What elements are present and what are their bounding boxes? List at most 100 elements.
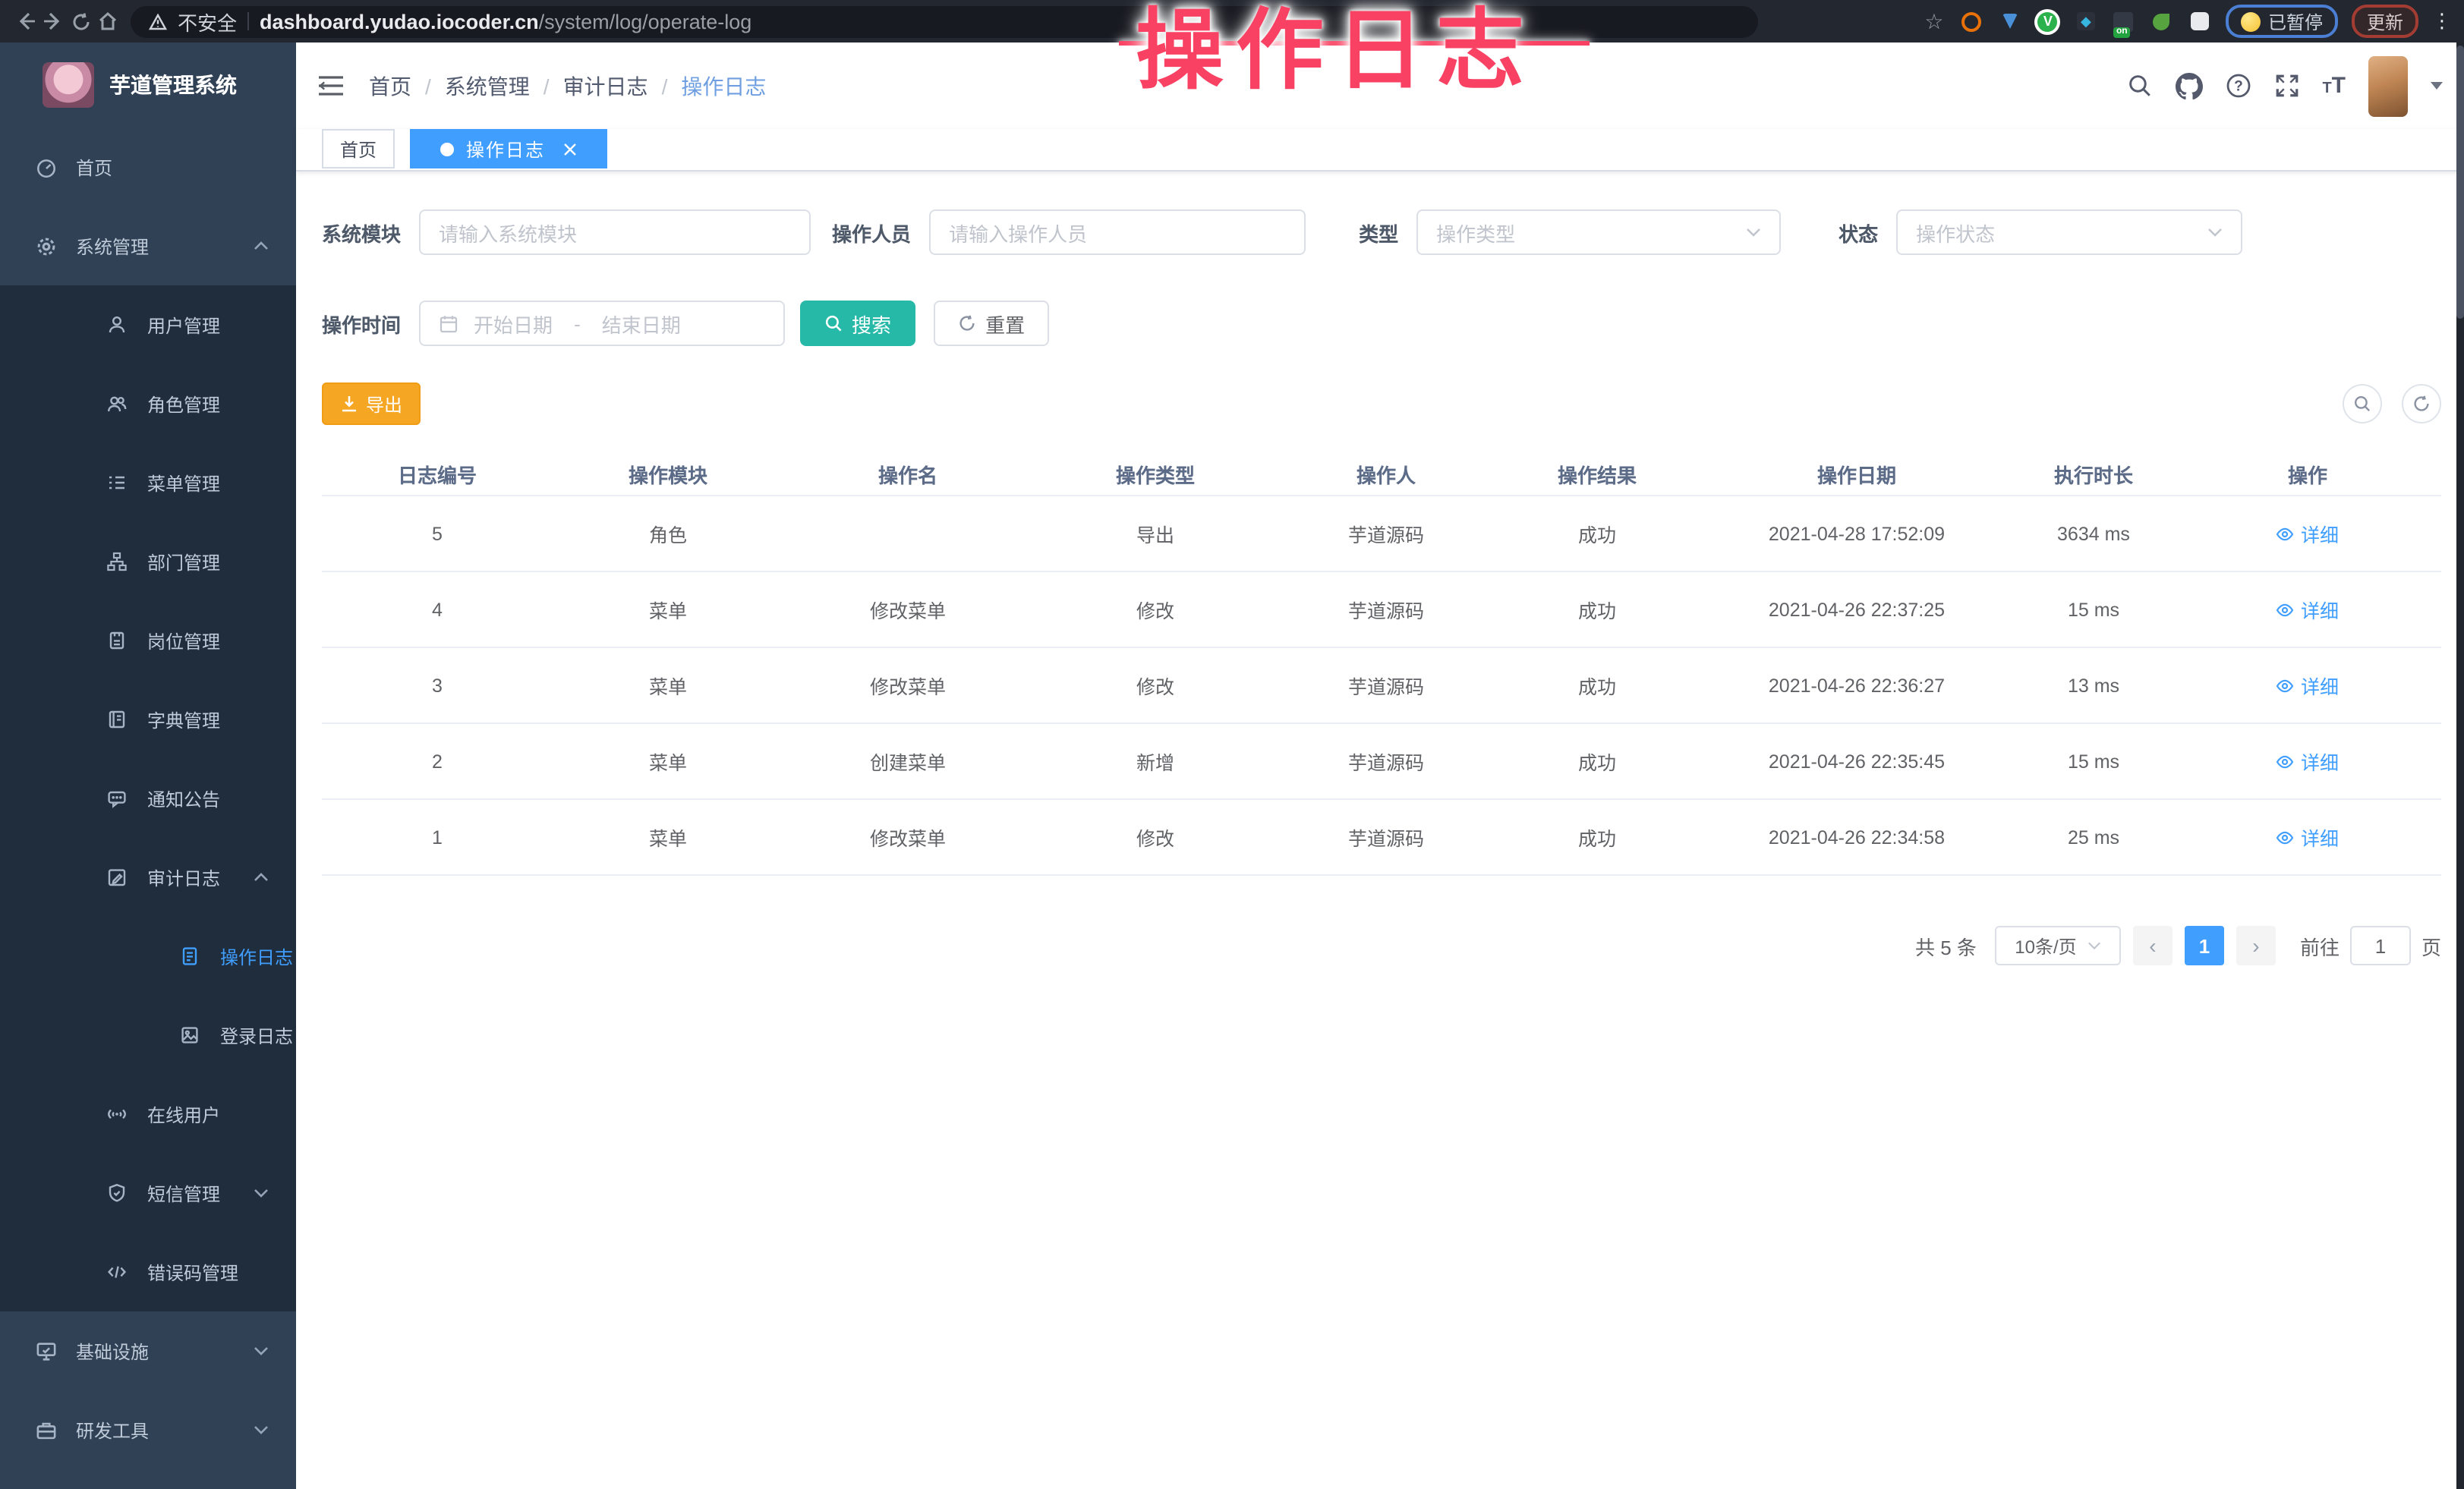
caret-down-icon[interactable] bbox=[2431, 82, 2443, 90]
operator-input[interactable]: 请输入操作人员 bbox=[929, 209, 1306, 255]
browser-menu-icon[interactable]: ⋮ bbox=[2432, 9, 2452, 33]
search-button[interactable]: 搜索 bbox=[800, 301, 915, 346]
v-extension-icon[interactable]: V bbox=[2036, 9, 2060, 33]
forward-icon[interactable] bbox=[39, 5, 67, 38]
type-select[interactable]: 操作类型 bbox=[1416, 209, 1781, 255]
scrollbar-thumb[interactable] bbox=[2456, 46, 2464, 319]
status-select[interactable]: 操作状态 bbox=[1896, 209, 2242, 255]
detail-link[interactable]: 详细 bbox=[2277, 747, 2339, 776]
table-cell: 成功 bbox=[1494, 571, 1700, 647]
github-icon[interactable] bbox=[2175, 72, 2202, 99]
sidebar-item-label: 登录日志 bbox=[220, 1022, 293, 1048]
detail-link[interactable]: 详细 bbox=[2277, 519, 2339, 548]
sidebar-item-home[interactable]: 首页 bbox=[0, 127, 296, 206]
breadcrumb-home[interactable]: 首页 bbox=[369, 71, 411, 101]
sidebar-item-operate-log[interactable]: 操作日志 bbox=[0, 917, 296, 996]
detail-link[interactable]: 详细 bbox=[2277, 823, 2339, 852]
sidebar-item-post-management[interactable]: 岗位管理 bbox=[0, 601, 296, 680]
detail-link-label: 详细 bbox=[2301, 519, 2339, 548]
gem-extension-icon[interactable]: ◆ bbox=[2074, 9, 2098, 33]
module-input[interactable]: 请输入系统模块 bbox=[419, 209, 811, 255]
search-icon[interactable] bbox=[2126, 73, 2152, 99]
sidebar-logo-row[interactable]: 芋道管理系统 bbox=[0, 42, 296, 127]
hamburger-icon[interactable] bbox=[317, 74, 345, 97]
avatar[interactable] bbox=[2368, 55, 2408, 116]
sidebar-item-label: 用户管理 bbox=[147, 312, 220, 338]
table-cell: 成功 bbox=[1494, 799, 1700, 875]
home-icon[interactable] bbox=[94, 5, 121, 38]
page-size-select[interactable]: 10条/页 bbox=[1995, 926, 2121, 965]
tab-label: 操作日志 bbox=[466, 136, 545, 162]
operator-placeholder: 请输入操作人员 bbox=[949, 218, 1087, 247]
prev-page-button[interactable]: ‹ bbox=[2133, 926, 2173, 965]
table-cell: 角色 bbox=[553, 496, 783, 571]
detail-link[interactable]: 详细 bbox=[2277, 671, 2339, 700]
status-placeholder: 操作状态 bbox=[1916, 218, 1995, 247]
column-header: 操作结果 bbox=[1494, 452, 1700, 496]
sidebar-item-online-users[interactable]: 在线用户 bbox=[0, 1075, 296, 1154]
sidebar-item-user-management[interactable]: 用户管理 bbox=[0, 285, 296, 364]
reset-button[interactable]: 重置 bbox=[934, 301, 1049, 346]
orange-extension-icon[interactable] bbox=[1960, 9, 1984, 33]
reload-icon[interactable] bbox=[67, 5, 94, 38]
range-separator: - bbox=[574, 312, 581, 335]
sidebar-item-error-code-management[interactable]: 错误码管理 bbox=[0, 1232, 296, 1311]
users-icon bbox=[106, 392, 129, 415]
update-button[interactable]: 更新 bbox=[2352, 5, 2418, 38]
paused-chip[interactable]: 已暂停 bbox=[2226, 5, 2338, 38]
sidebar-item-login-log[interactable]: 登录日志 bbox=[0, 996, 296, 1075]
sidebar-item-label: 菜单管理 bbox=[147, 470, 220, 496]
date-range-input[interactable]: 开始日期 - 结束日期 bbox=[419, 301, 785, 346]
current-page-button[interactable]: 1 bbox=[2185, 926, 2224, 965]
fullscreen-icon[interactable] bbox=[2273, 73, 2299, 99]
back-icon[interactable] bbox=[12, 5, 39, 38]
sidebar-item-label: 字典管理 bbox=[147, 707, 220, 732]
sidebar-item-audit-log[interactable]: 审计日志 bbox=[0, 838, 296, 917]
close-icon[interactable] bbox=[563, 142, 577, 156]
toggle-search-button[interactable] bbox=[2343, 384, 2382, 423]
type-label: 类型 bbox=[1359, 218, 1398, 247]
page-scrollbar[interactable] bbox=[2456, 42, 2464, 1489]
eye-icon bbox=[2277, 676, 2295, 694]
tab-home[interactable]: 首页 bbox=[322, 129, 395, 168]
refresh-button[interactable] bbox=[2402, 384, 2441, 423]
sidebar-item-label: 部门管理 bbox=[147, 549, 220, 575]
bookmark-star-icon[interactable]: ☆ bbox=[1922, 9, 1946, 33]
detail-link-label: 详细 bbox=[2301, 671, 2339, 700]
sidebar-item-sms-management[interactable]: 短信管理 bbox=[0, 1154, 296, 1232]
breadcrumb-system-management[interactable]: 系统管理 bbox=[445, 71, 530, 101]
goto-page: 前往 页 bbox=[2300, 926, 2441, 965]
table-cell: 15 ms bbox=[2013, 571, 2174, 647]
sidebar-item-dict-management[interactable]: 字典管理 bbox=[0, 680, 296, 759]
detail-link[interactable]: 详细 bbox=[2277, 595, 2339, 624]
sidebar-item-role-management[interactable]: 角色管理 bbox=[0, 364, 296, 443]
puzzle-extension-icon[interactable] bbox=[2188, 9, 2212, 33]
column-header: 执行时长 bbox=[2013, 452, 2174, 496]
sidebar-item-menu-management[interactable]: 菜单管理 bbox=[0, 443, 296, 522]
column-header: 日志编号 bbox=[322, 452, 553, 496]
font-size-icon[interactable]: TT bbox=[2322, 74, 2346, 97]
switch-extension-icon[interactable]: on bbox=[2112, 9, 2136, 33]
goto-page-input[interactable] bbox=[2350, 926, 2411, 965]
sidebar-item-notice[interactable]: 通知公告 bbox=[0, 759, 296, 838]
table-toolbar: 导出 bbox=[322, 382, 2441, 425]
page-unit-label: 页 bbox=[2421, 931, 2441, 960]
tab-operate-log[interactable]: 操作日志 bbox=[410, 129, 607, 168]
column-header: 操作名 bbox=[783, 452, 1032, 496]
export-button[interactable]: 导出 bbox=[322, 382, 421, 425]
sidebar-item-dev-tools[interactable]: 研发工具 bbox=[0, 1390, 296, 1469]
pin-extension-icon[interactable] bbox=[1998, 9, 2022, 33]
sidebar-item-system-management[interactable]: 系统管理 bbox=[0, 206, 296, 285]
sidebar-item-dept-management[interactable]: 部门管理 bbox=[0, 522, 296, 601]
next-page-button[interactable]: › bbox=[2236, 926, 2276, 965]
filter-row-2: 操作时间 开始日期 - 结束日期 搜索 bbox=[322, 301, 2441, 346]
leaf-extension-icon[interactable] bbox=[2150, 9, 2174, 33]
operate-log-icon bbox=[179, 945, 202, 968]
svg-text:?: ? bbox=[2234, 78, 2243, 94]
sidebar-item-label: 基础设施 bbox=[76, 1338, 149, 1364]
breadcrumb-audit-log[interactable]: 审计日志 bbox=[563, 71, 648, 101]
toolbar-mini-buttons bbox=[2343, 384, 2441, 423]
sidebar-item-label: 审计日志 bbox=[147, 864, 220, 890]
help-icon[interactable]: ? bbox=[2225, 73, 2251, 99]
sidebar-item-infrastructure[interactable]: 基础设施 bbox=[0, 1311, 296, 1390]
